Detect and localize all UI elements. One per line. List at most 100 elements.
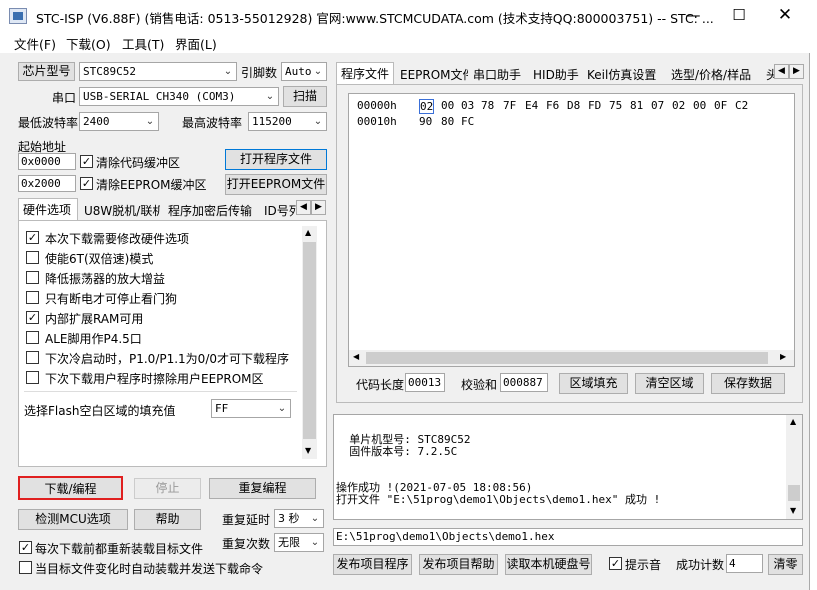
tab-more[interactable]: 头 [762,64,774,84]
fill-value-select[interactable]: FF ⌄ [211,399,291,418]
scroll-right-icon[interactable]: ▶ [780,352,786,361]
min-baud-select[interactable]: 2400 ⌄ [79,112,159,131]
menu-file[interactable]: 文件(F) [14,34,56,53]
tab-hardware-options[interactable]: 硬件选项 [18,198,78,220]
program-file-panel: 00000h 02 00 03 78 7F E4 F6 D8 FD 75 81 … [336,84,803,403]
minimize-icon[interactable]: — [670,0,716,31]
menu-download[interactable]: 下载(O) [66,34,111,53]
option-checkbox[interactable] [26,351,39,364]
eeprom-address-input[interactable]: 0x2000 [18,175,76,192]
port-select[interactable]: USB-SERIAL CH340 (COM3) ⌄ [79,87,279,106]
menu-interface[interactable]: 界面(L) [175,34,217,53]
tab-keil-settings[interactable]: Keil仿真设置 [583,64,667,84]
option-checkbox[interactable] [26,251,39,264]
beep-label: 提示音 [625,558,662,572]
divider [24,391,297,392]
hex-byte: FD [588,99,602,112]
pins-select[interactable]: Auto ⌄ [281,62,327,81]
tab-hid-assistant[interactable]: HID助手 [529,64,581,84]
option-checkbox[interactable] [26,271,39,284]
repeat-delay-label: 重复延时 [222,513,271,527]
stop-button[interactable]: 停止 [134,478,201,499]
tab-selection-price[interactable]: 选型/价格/样品 [667,64,762,84]
pins-label: 引脚数 [241,66,278,80]
option-checkbox[interactable] [26,371,39,384]
option-checkbox[interactable]: ✓ [26,231,39,244]
scroll-thumb[interactable] [366,352,768,364]
tab-right-arrow-icon[interactable]: ▶ [311,200,326,215]
scroll-down-icon[interactable]: ▼ [790,506,796,515]
open-program-file-button[interactable]: 打开程序文件 [225,149,327,170]
chevron-down-icon: ⌄ [310,513,320,524]
max-baud-label: 最高波特率 [182,116,243,130]
reprogram-button[interactable]: 重复编程 [209,478,316,499]
repeat-delay-select[interactable]: 3 秒 ⌄ [274,509,324,528]
stc-isp-window: STC-ISP (V6.88F) (销售电话: 0513-55012928) 官… [0,0,810,590]
log-scrollbar[interactable]: ▲ ▼ [786,415,802,519]
options-scrollbar[interactable]: ▲ ▼ [302,226,317,459]
file-path-field[interactable]: E:\51prog\demo1\Objects\demo1.hex [333,528,803,546]
publish-help-button[interactable]: 发布项目帮助 [419,554,498,575]
title-bar: STC-ISP (V6.88F) (销售电话: 0513-55012928) 官… [0,0,810,31]
scroll-down-icon[interactable]: ▼ [305,446,311,455]
option-checkbox[interactable] [26,331,39,344]
min-baud-label: 最低波特率 [18,116,79,130]
hex-byte-selected[interactable]: 02 [419,99,435,114]
region-fill-button[interactable]: 区域填充 [559,373,628,394]
publish-program-button[interactable]: 发布项目程序 [333,554,412,575]
tab-left-arrow-icon[interactable]: ◀ [296,200,311,215]
reload-label: 每次下载前都重新装载目标文件 [35,542,204,556]
tab-right-arrow-icon[interactable]: ▶ [789,64,804,79]
option-checkbox[interactable] [26,291,39,304]
beep-checkbox[interactable]: ✓ [609,557,622,570]
scan-button[interactable]: 扫描 [283,86,327,107]
hex-hscrollbar[interactable]: ◀ ▶ [349,350,794,366]
clear-eeprom-checkbox[interactable]: ✓ [80,177,93,190]
download-program-button[interactable]: 下载/编程 [18,476,123,500]
read-disk-id-button[interactable]: 读取本机硬盘号 [505,554,592,575]
code-address-input[interactable]: 0x0000 [18,153,76,170]
tab-serial-assistant[interactable]: 串口助手 [469,64,527,84]
tab-eeprom-file[interactable]: EEPROM文件 [396,64,468,84]
auto-load-checkbox[interactable] [19,561,32,574]
right-tab-row: 程序文件 EEPROM文件 串口助手 HID助手 Keil仿真设置 选型/价格/… [336,62,804,84]
option-label: 下次下载用户程序时擦除用户EEPROM区 [45,372,264,386]
tab-left-arrow-icon[interactable]: ◀ [774,64,789,79]
clear-count-button[interactable]: 清零 [768,554,803,575]
help-button[interactable]: 帮助 [134,509,201,530]
scroll-up-icon[interactable]: ▲ [790,417,796,426]
max-baud-value: 115200 [252,115,292,128]
scroll-thumb[interactable] [788,485,800,501]
detect-mcu-button[interactable]: 检测MCU选项 [18,509,128,530]
tab-u8w[interactable]: U8W脱机/联机 [80,200,160,220]
maximize-icon[interactable]: ☐ [716,0,762,31]
left-tab-row: 硬件选项 U8W脱机/联机 程序加密后传输 ID号列 ◀ ▶ [18,198,328,220]
log-line: 固件版本号: 7.2.5C [336,445,458,458]
chip-model-select[interactable]: STC89C52 ⌄ [79,62,237,81]
close-icon[interactable]: ✕ [762,0,808,31]
scroll-thumb[interactable] [303,242,316,439]
tab-id[interactable]: ID号列 [260,200,296,220]
save-data-button[interactable]: 保存数据 [711,373,785,394]
scroll-up-icon[interactable]: ▲ [305,228,311,237]
chevron-down-icon: ⌄ [277,403,287,414]
max-baud-select[interactable]: 115200 ⌄ [248,112,327,131]
clear-code-checkbox[interactable]: ✓ [80,155,93,168]
checksum-value: 000887 [500,373,548,392]
tab-encrypt[interactable]: 程序加密后传输 [164,200,256,220]
repeat-count-select[interactable]: 无限 ⌄ [274,533,324,552]
hex-address: 00010h [357,115,397,128]
log-output[interactable]: 单片机型号: STC89C52 固件版本号: 7.2.5C 操作成功 !(202… [333,414,803,520]
min-baud-value: 2400 [83,115,110,128]
reload-checkbox[interactable]: ✓ [19,541,32,554]
clear-region-button[interactable]: 清空区域 [635,373,704,394]
hex-view[interactable]: 00000h 02 00 03 78 7F E4 F6 D8 FD 75 81 … [348,93,795,367]
option-checkbox[interactable]: ✓ [26,311,39,324]
menu-tools[interactable]: 工具(T) [122,34,164,53]
tab-program-file[interactable]: 程序文件 [336,62,394,84]
open-eeprom-file-button[interactable]: 打开EEPROM文件 [225,174,327,195]
code-length-value: 00013 [405,373,445,392]
chip-model-button[interactable]: 芯片型号 [18,62,75,81]
repeat-delay-value: 3 秒 [278,512,300,525]
scroll-left-icon[interactable]: ◀ [353,352,359,361]
